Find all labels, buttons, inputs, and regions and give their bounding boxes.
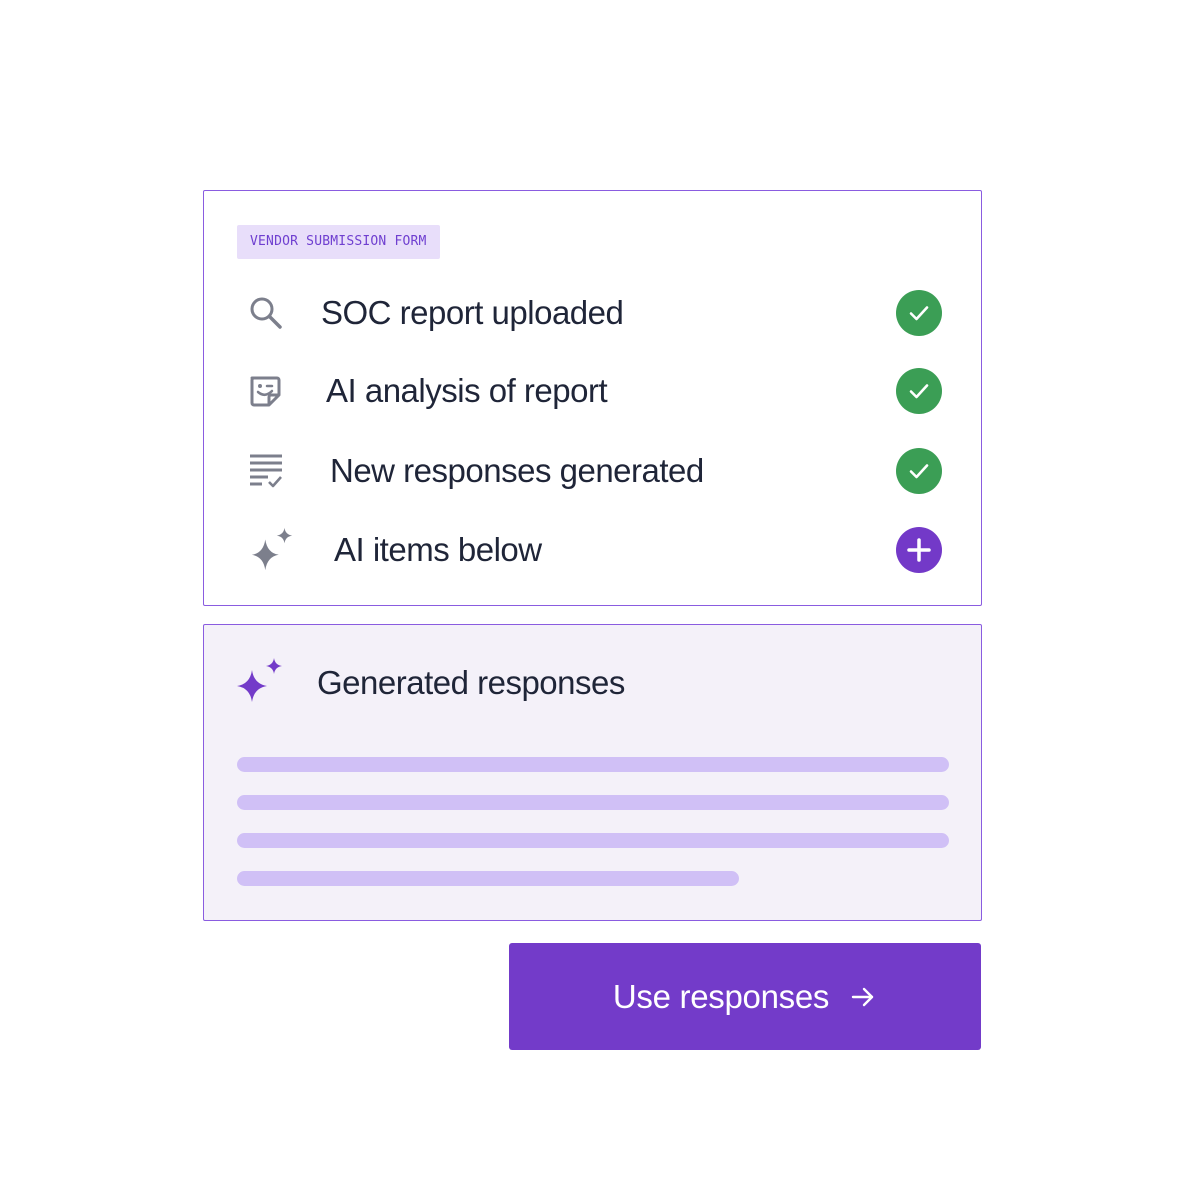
form-tag: VENDOR SUBMISSION FORM [237,225,440,259]
status-complete [896,290,942,336]
check-icon [909,306,929,321]
checklist-item: AI items below [204,520,981,580]
placeholder-line [237,833,949,848]
checklist-item-label: New responses generated [330,452,704,489]
plus-icon [907,538,931,562]
sparkles-icon [234,655,286,707]
page: VENDOR SUBMISSION FORM SOC report upload… [0,0,1184,1184]
status-complete [896,368,942,414]
checklist-item-label: AI items below [334,531,542,568]
placeholder-line [237,757,949,772]
placeholder-line [237,871,739,886]
checklist-icon [242,441,290,501]
arrow-right-icon [849,983,877,1011]
check-icon [909,464,929,479]
add-button[interactable] [896,527,942,573]
search-icon [242,283,290,343]
placeholder-line [237,795,949,810]
checklist-item: New responses generated [204,441,981,501]
status-complete [896,448,942,494]
check-icon [909,384,929,399]
sparkles-icon [248,520,296,580]
use-responses-button[interactable]: Use responses [509,943,981,1050]
checklist-item: AI analysis of report [204,361,981,421]
sticky-note-smile-icon [242,361,290,421]
checklist-item-label: SOC report uploaded [321,294,624,331]
generated-responses-card: Generated responses [203,624,982,921]
checklist-item-label: AI analysis of report [326,372,608,409]
checklist-item: SOC report uploaded [204,283,981,343]
vendor-submission-card: VENDOR SUBMISSION FORM SOC report upload… [203,190,982,606]
use-responses-label: Use responses [612,977,830,1015]
generated-responses-title: Generated responses [317,664,625,701]
